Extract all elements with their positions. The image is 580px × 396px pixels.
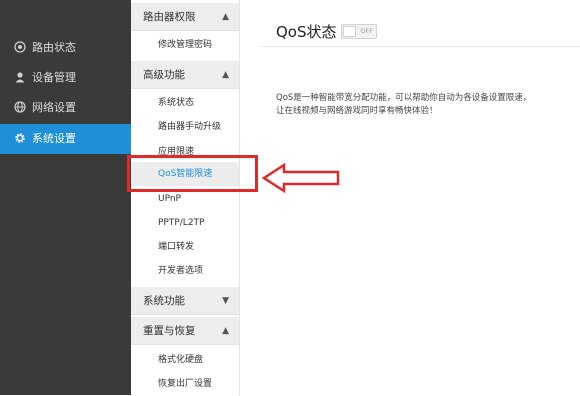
group-router-permissions[interactable]: 路由器权限 ▲ <box>131 3 239 31</box>
group-label: 路由器权限 <box>143 11 196 23</box>
sidebar-item-network-settings[interactable]: 网络设置 <box>0 93 131 123</box>
submenu-item-manual-upgrade[interactable]: 路由器手动升级 <box>131 115 239 139</box>
chevron-up-icon: ▲ <box>222 70 229 80</box>
group-system-functions[interactable]: 系统功能 ▼ <box>131 287 239 315</box>
toggle-label: OFF <box>360 27 373 35</box>
sidebar-item-device-management[interactable]: 设备管理 <box>0 63 131 93</box>
globe-icon <box>14 101 26 113</box>
sidebar-item-system-settings[interactable]: 系统设置 <box>0 124 139 154</box>
sidebar-item-label: 设备管理 <box>32 71 76 84</box>
submenu-item-factory-reset[interactable]: 恢复出厂设置 <box>131 372 239 396</box>
group-label: 系统功能 <box>143 295 185 307</box>
submenu-item-developer-options[interactable]: 开发者选项 <box>131 259 239 283</box>
user-icon <box>15 72 25 83</box>
group-reset-restore[interactable]: 重置与恢复 ▲ <box>131 317 239 345</box>
chevron-down-icon: ▼ <box>222 296 229 306</box>
pointer-arrow-icon <box>262 163 340 193</box>
page-title: QoS状态 <box>276 23 337 41</box>
chevron-up-icon: ▲ <box>222 12 229 22</box>
description-line: 让在线视频与网络游戏同时享有畅快体验！ <box>276 106 438 116</box>
divider <box>260 46 580 47</box>
qos-toggle[interactable]: OFF <box>341 24 377 39</box>
group-label: 重置与恢复 <box>143 325 196 337</box>
sidebar-item-label: 系统设置 <box>32 132 76 145</box>
submenu-item-system-status[interactable]: 系统状态 <box>131 91 239 115</box>
group-label: 高级功能 <box>143 69 185 81</box>
sidebar-item-router-status[interactable]: 路由状态 <box>0 33 131 63</box>
submenu-item-port-forwarding[interactable]: 端口转发 <box>131 235 239 259</box>
highlight-box <box>127 155 258 192</box>
group-advanced-features[interactable]: 高级功能 ▲ <box>131 61 239 89</box>
chevron-up-icon: ▲ <box>222 326 229 336</box>
globe-icon <box>14 41 26 53</box>
submenu-item-format-disk[interactable]: 格式化硬盘 <box>131 348 239 372</box>
sidebar-item-label: 路由状态 <box>32 41 76 54</box>
main-sidebar: 路由状态 设备管理 网络设置 系统设置 <box>0 0 139 395</box>
sidebar-item-label: 网络设置 <box>32 101 76 114</box>
gear-icon <box>15 133 25 143</box>
submenu-item-change-password[interactable]: 修改管理密码 <box>131 33 239 57</box>
description-line: QoS是一种智能带宽分配功能，可以帮助你自动为各设备设置限速， <box>276 93 532 103</box>
settings-submenu: 路由器权限 ▲ 修改管理密码 高级功能 ▲ 系统状态 路由器手动升级 应用限速 … <box>131 0 240 395</box>
submenu-item-pptp-l2tp[interactable]: PPTP/L2TP <box>131 211 239 235</box>
toggle-knob <box>343 26 356 37</box>
